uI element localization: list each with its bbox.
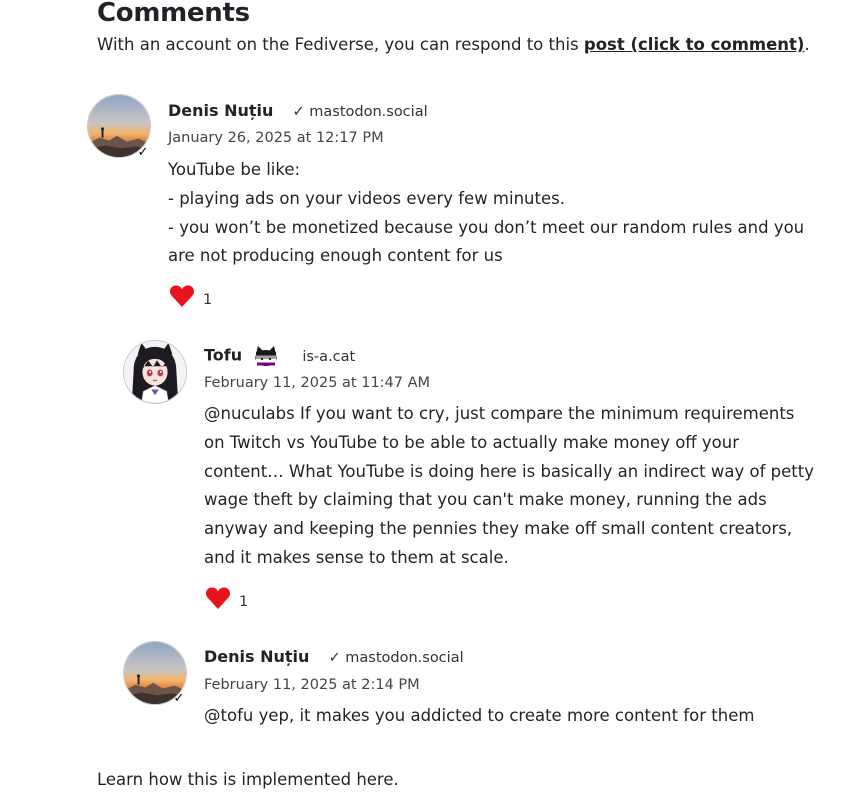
like-button[interactable]: 1	[169, 284, 212, 308]
anime-cat-girl-avatar	[124, 341, 186, 403]
check-icon: ✓	[173, 691, 185, 706]
instance-name: mastodon.social	[345, 650, 464, 666]
comment-line: YouTube be like:	[168, 160, 301, 179]
footer-note: Learn how this is implemented here.	[97, 770, 399, 789]
comment-body: YouTube be like: - playing ads on your v…	[168, 156, 808, 271]
instance-name: mastodon.social	[309, 104, 428, 120]
intro-prefix: With an account on the Fediverse, you ca…	[97, 35, 584, 54]
post-link[interactable]: post (click to comment)	[584, 35, 805, 54]
check-icon: ✓	[292, 104, 305, 120]
comment-body: @tofu yep, it makes you addicted to crea…	[204, 702, 814, 731]
author-line: Denis Nuțiu ✓ mastodon.social	[168, 101, 428, 120]
comments-intro: With an account on the Fediverse, you ca…	[97, 35, 810, 54]
author-name[interactable]: Tofu	[204, 346, 242, 365]
heart-icon	[169, 285, 195, 307]
author-name[interactable]: Denis Nuțiu	[168, 101, 273, 120]
comment-date[interactable]: January 26, 2025 at 12:17 PM	[168, 130, 384, 146]
comment-line: - playing ads on your videos every few m…	[168, 188, 565, 208]
instance-label: ✓ mastodon.social	[329, 650, 464, 666]
ace-flag-cat-emoji	[255, 346, 278, 366]
comment-line: @nuculabs If you want to cry, just compa…	[204, 404, 814, 567]
check-icon: ✓	[328, 650, 341, 666]
comment-date[interactable]: February 11, 2025 at 2:14 PM	[204, 677, 420, 693]
comment-body: @nuculabs If you want to cry, just compa…	[204, 400, 814, 573]
check-icon: ✓	[137, 145, 149, 160]
comment-line: - you won’t be monetized because you don…	[168, 217, 805, 266]
intro-suffix: .	[804, 35, 810, 54]
author-line: Denis Nuțiu ✓ mastodon.social	[204, 647, 464, 666]
author-avatar[interactable]	[123, 340, 187, 404]
like-button[interactable]: 1	[205, 586, 248, 610]
implementation-link[interactable]: Learn how this is implemented here.	[97, 770, 399, 789]
author-name[interactable]: Denis Nuțiu	[204, 647, 309, 666]
instance-label: ✓ mastodon.social	[293, 104, 428, 120]
like-count: 1	[203, 292, 213, 308]
comment-date[interactable]: February 11, 2025 at 11:47 AM	[204, 375, 430, 391]
comment-line: @tofu yep, it makes you addicted to crea…	[204, 706, 755, 725]
instance-name: is-a.cat	[302, 348, 356, 365]
author-line: Tofu is-a.cat	[204, 345, 355, 367]
comments-heading: Comments	[97, 0, 250, 28]
like-count: 1	[239, 594, 249, 610]
heart-icon	[205, 587, 231, 609]
